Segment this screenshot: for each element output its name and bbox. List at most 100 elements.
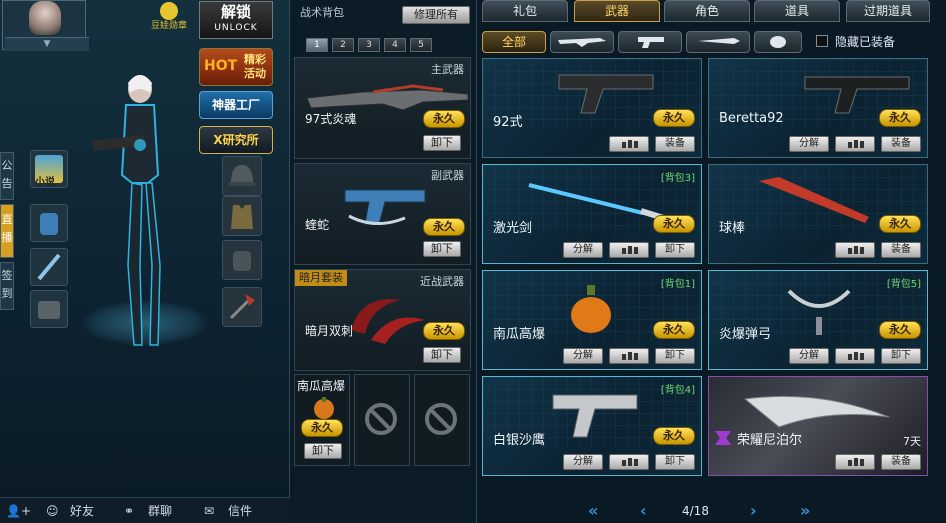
backpack-tab-2[interactable]: 2 — [332, 38, 354, 52]
tab-expired[interactable]: 过期道具 — [846, 0, 930, 22]
side-tab-notice[interactable]: 公告 — [0, 152, 14, 200]
empty-slot[interactable] — [414, 374, 470, 466]
equip-button[interactable]: 装备 — [881, 242, 921, 258]
slot-type-label: 近战武器 — [420, 275, 464, 288]
equip-button[interactable]: 装备 — [881, 136, 921, 152]
filter-rifle[interactable] — [550, 31, 614, 53]
weapon-card-laser-sword[interactable]: [背包3] 激光剑 永久 分解 卸下 — [482, 164, 702, 264]
unequip-button[interactable]: 卸下 — [423, 241, 461, 257]
backpack-tag: [背包5] — [886, 279, 921, 290]
stats-button[interactable] — [835, 242, 875, 258]
filter-all[interactable]: 全部 — [482, 31, 546, 53]
axe-icon — [229, 294, 255, 320]
weapon-card-slingshot[interactable]: [背包5] 炎爆弹弓 永久 分解 卸下 — [708, 270, 928, 370]
grenade-slot[interactable]: 南瓜高爆 永久 卸下 — [294, 374, 350, 466]
hide-equipped-label: 隐藏已装备 — [835, 35, 896, 49]
backpack-tab-5[interactable]: 5 — [410, 38, 432, 52]
hot-line2: 活动 — [244, 67, 266, 80]
tab-items[interactable]: 道具 — [754, 0, 840, 22]
last-page-icon[interactable]: » — [800, 500, 810, 522]
disassemble-button[interactable]: 分解 — [563, 348, 603, 364]
weapon-name: 暗月双刺 — [305, 324, 354, 338]
artifact-factory-button[interactable]: 神器工厂 — [199, 91, 273, 119]
weapon-card-silver-deagle[interactable]: [背包4] 白银沙鹰 永久 分解 卸下 — [482, 376, 702, 476]
unequip-button[interactable]: 卸下 — [655, 348, 695, 364]
filter-pistol[interactable] — [618, 31, 682, 53]
backpack-tab-1[interactable]: 1 — [306, 38, 328, 52]
unequip-button[interactable]: 卸下 — [655, 454, 695, 470]
side-tab-notice-label: 公告 — [1, 159, 13, 190]
disassemble-button[interactable]: 分解 — [789, 136, 829, 152]
friends-button[interactable]: 好友 — [70, 501, 94, 521]
prev-page-icon[interactable]: ‹ — [640, 500, 647, 522]
filter-grenade[interactable] — [754, 31, 802, 53]
secondary-weapon-slot[interactable]: 副武器 蝰蛇 永久 卸下 — [294, 163, 471, 265]
backpack-tab-4[interactable]: 4 — [384, 38, 406, 52]
doudou-label: 豆娃勋章 — [150, 21, 187, 31]
disassemble-button[interactable]: 分解 — [563, 454, 603, 470]
stats-button[interactable] — [609, 348, 649, 364]
weapon-card-pumpkin-grenade[interactable]: [背包1] 南瓜高爆 永久 分解 卸下 — [482, 270, 702, 370]
filter-melee[interactable] — [686, 31, 750, 53]
unequip-button[interactable]: 卸下 — [423, 135, 461, 151]
unequip-button[interactable]: 卸下 — [304, 443, 342, 459]
card-name: 南瓜高爆 — [493, 327, 546, 342]
repair-all-button[interactable]: 修理所有 — [402, 6, 470, 24]
empty-slot[interactable] — [354, 374, 410, 466]
stats-button[interactable] — [835, 454, 875, 470]
unlock-button[interactable]: 解锁 UNLOCK — [199, 1, 273, 39]
equip-button[interactable]: 装备 — [655, 136, 695, 152]
weapon-card-beretta92[interactable]: Beretta92 永久 分解 装备 — [708, 58, 928, 158]
equip-button[interactable]: 装备 — [881, 454, 921, 470]
side-tab-live-label: 直播 — [1, 213, 13, 244]
weapon-card-bat[interactable]: 球棒 永久 装备 — [708, 164, 928, 264]
stats-button[interactable] — [609, 454, 649, 470]
avatar[interactable]: ▼ — [2, 0, 89, 51]
unequip-button[interactable]: 卸下 — [655, 242, 695, 258]
tab-weapons[interactable]: 武器 — [574, 0, 660, 22]
lightstick-icon — [37, 253, 61, 281]
unequip-button[interactable]: 卸下 — [881, 348, 921, 364]
disassemble-button[interactable]: 分解 — [563, 242, 603, 258]
weapon-card-glory-kukri[interactable]: 荣耀尼泊尔 7天 装备 — [708, 376, 928, 476]
tab-gifts[interactable]: 礼包 — [482, 0, 568, 22]
stats-button[interactable] — [609, 242, 649, 258]
next-page-icon[interactable]: › — [750, 500, 757, 522]
group-chat-button[interactable]: 群聊 — [148, 501, 172, 521]
unlock-sub: UNLOCK — [214, 23, 258, 33]
permanent-badge: 永久 — [653, 321, 695, 339]
first-page-icon[interactable]: « — [588, 500, 598, 522]
mail-button[interactable]: 信件 — [228, 501, 252, 521]
backpack-tab-3[interactable]: 3 — [358, 38, 380, 52]
permanent-badge: 永久 — [423, 218, 465, 236]
add-friend-icon[interactable]: 👤+ — [6, 501, 31, 521]
x-lab-button[interactable]: X研究所 — [199, 126, 273, 154]
side-tab-signin[interactable]: 签到 — [0, 262, 14, 310]
melee-weapon-slot[interactable]: 暗月套装 近战武器 暗月双刺 永久 卸下 — [294, 269, 471, 371]
hide-equipped-checkbox[interactable] — [816, 35, 828, 47]
stats-button[interactable] — [609, 136, 649, 152]
expiry-label: 7天 — [903, 435, 921, 448]
primary-weapon-slot[interactable]: 主武器 97式炎魂 永久 卸下 — [294, 57, 471, 159]
case-button[interactable] — [30, 290, 68, 328]
tab-characters[interactable]: 角色 — [664, 0, 750, 22]
lightstick-button[interactable] — [30, 248, 68, 286]
unequip-button[interactable]: 卸下 — [423, 347, 461, 363]
stats-button[interactable] — [835, 136, 875, 152]
disassemble-button[interactable]: 分解 — [789, 348, 829, 364]
side-tab-live[interactable]: 直播 — [0, 204, 14, 258]
pistol-icon — [552, 394, 638, 438]
gloves-slot[interactable] — [222, 240, 262, 280]
character-model[interactable] — [88, 65, 188, 365]
melee-slot[interactable] — [222, 287, 262, 327]
hot-events-button[interactable]: HOT 精彩 活动 — [199, 48, 273, 86]
weapon-name: 蝰蛇 — [305, 218, 330, 232]
helmet-slot[interactable] — [222, 156, 262, 196]
doudou-medal[interactable]: 豆娃勋章 — [146, 2, 192, 36]
weapon-card-92[interactable]: 92式 永久 装备 — [482, 58, 702, 158]
backpack-button[interactable] — [30, 204, 68, 242]
chevron-down-icon[interactable]: ▼ — [5, 37, 89, 51]
vest-slot[interactable] — [222, 196, 262, 236]
novel-button[interactable]: 小说 — [30, 150, 68, 188]
stats-button[interactable] — [835, 348, 875, 364]
